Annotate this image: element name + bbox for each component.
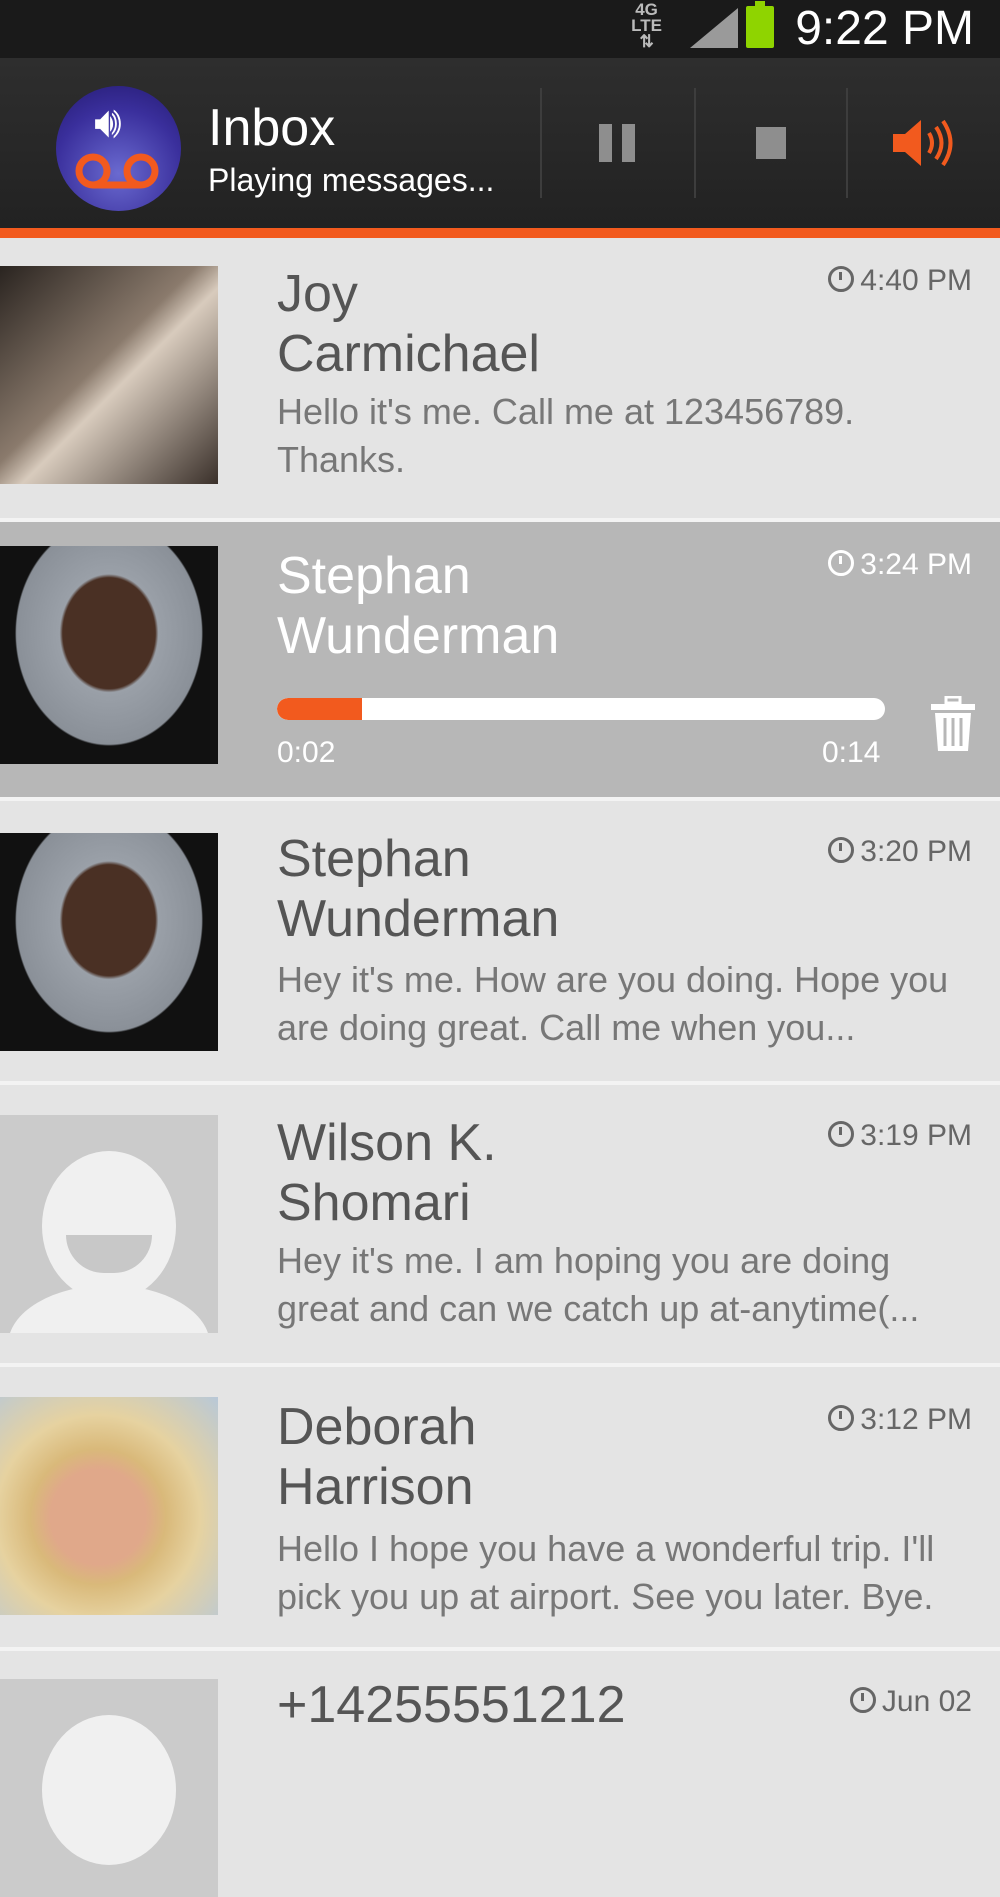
contact-avatar [0, 546, 218, 764]
message-row-playing[interactable]: Stephan Wunderman 3:24 PM 0:02 0:14 [0, 522, 1000, 801]
message-time: 3:24 PM [828, 548, 972, 582]
speaker-glyph: 🔊︎ [94, 98, 122, 147]
contact-avatar [0, 266, 218, 484]
contact-name: Wilson K. Shomari [277, 1114, 497, 1232]
delete-trash-icon[interactable] [930, 696, 976, 752]
contact-avatar-placeholder [0, 1679, 218, 1897]
clock-icon [849, 1687, 876, 1713]
status-bar: 4G LTE ⇅ 9:22 PM [0, 0, 1000, 58]
message-time: Jun 02 [849, 1685, 972, 1719]
stop-button[interactable] [696, 88, 846, 198]
contact-number: +14255551212 [277, 1676, 626, 1734]
voicemail-glyph [75, 153, 159, 189]
pause-icon [599, 124, 635, 162]
pause-button[interactable] [542, 88, 692, 198]
clock-icon [828, 266, 855, 292]
contact-avatar [0, 833, 218, 1051]
contact-name: Stephan Wunderman [277, 830, 560, 948]
accent-divider [0, 228, 1000, 238]
message-row[interactable]: +14255551212 Jun 02 [0, 1651, 1000, 1897]
stop-icon [756, 127, 786, 159]
message-row[interactable]: Stephan Wunderman 3:20 PM Hey it's me. Ho… [0, 801, 1000, 1085]
network-4g-lte-icon: 4G LTE ⇅ [631, 0, 662, 51]
message-row[interactable]: Joy Carmichael 4:40 PM Hello it's me. Cal… [0, 238, 1000, 522]
message-row[interactable]: Deborah Harrison 3:12 PM Hello I hope you… [0, 1367, 1000, 1651]
message-time: 4:40 PM [828, 264, 972, 298]
duration-time: 0:14 [822, 736, 881, 769]
speaker-icon [893, 119, 953, 167]
speaker-button[interactable] [848, 88, 998, 198]
contact-name: Stephan Wunderman [277, 547, 560, 665]
battery-icon [746, 1, 774, 48]
contact-name: Deborah Harrison [277, 1398, 477, 1516]
visual-voicemail-icon[interactable]: 🔊︎ [56, 86, 181, 211]
message-preview: Hey it's me. I am hoping you are doing g… [277, 1240, 920, 1329]
playback-progress-fill [277, 698, 363, 720]
signal-icon [690, 8, 738, 48]
message-time: 3:19 PM [828, 1119, 972, 1153]
contact-avatar-placeholder [0, 1115, 218, 1333]
clock-icon [828, 1121, 855, 1147]
clock-icon [828, 1405, 855, 1431]
playback-status: Playing messages... [208, 162, 495, 198]
message-preview: Hello I hope you have a wonderful trip. … [277, 1528, 935, 1617]
clock-icon [828, 837, 855, 863]
message-preview: Hello it's me. Call me at 123456789. Tha… [277, 391, 855, 480]
message-preview: Hey it's me. How are you doing. Hope you… [277, 959, 949, 1048]
contact-avatar [0, 1397, 218, 1615]
contact-name: Joy Carmichael [277, 265, 540, 383]
playback-progress-bar[interactable] [277, 698, 885, 720]
message-row[interactable]: Wilson K. Shomari 3:19 PM Hey it's me. I … [0, 1085, 1000, 1367]
status-time: 9:22 PM [795, 2, 974, 55]
page-title: Inbox [208, 99, 336, 157]
elapsed-time: 0:02 [277, 736, 336, 769]
message-time: 3:20 PM [828, 835, 972, 869]
clock-icon [828, 550, 855, 576]
message-time: 3:12 PM [828, 1403, 972, 1437]
app-header: 🔊︎ Inbox Playing messages... [0, 58, 1000, 228]
